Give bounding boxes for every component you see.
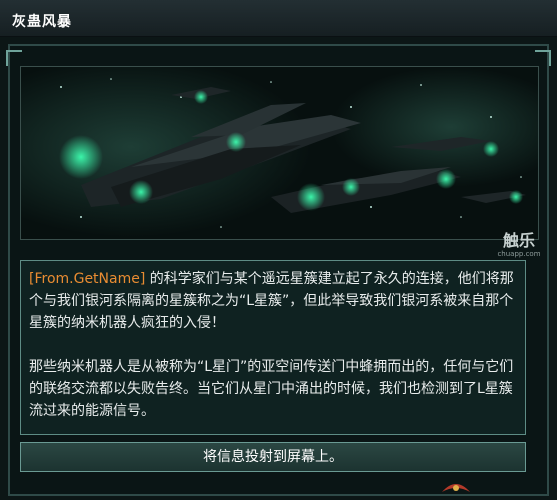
title-bar: 灰蛊风暴 [0,0,557,37]
watermark-url: chuapp.com [497,250,541,258]
event-window: 灰蛊风暴 触乐 chuapp.com [From.GetName] 的科学家们与… [0,0,557,500]
nanite-fleet-image [21,67,538,239]
description-paragraph-1: [From.GetName] 的科学家们与某个遥远星簇建立起了永久的连接，他们将… [29,268,517,334]
watermark-logo: 触乐 [502,231,535,250]
event-picture-frame [20,66,539,240]
watermark: 触乐 chuapp.com [496,232,542,259]
frame-corner-top-right [535,50,551,66]
frame-corner-top-left [6,50,22,66]
description-paragraph-2: 那些纳米机器人是从被称为“L星门”的亚空间传送门中蜂拥而出的，任何与它们的联络交… [29,359,514,419]
game-logo-icon [442,484,470,492]
scope-tag: [From.GetName] [29,271,146,287]
event-title: 灰蛊风暴 [12,14,72,30]
option-button-1[interactable]: 将信息投射到屏幕上。 [20,442,526,472]
event-description: [From.GetName] 的科学家们与某个遥远星簇建立起了永久的连接，他们将… [20,260,526,435]
